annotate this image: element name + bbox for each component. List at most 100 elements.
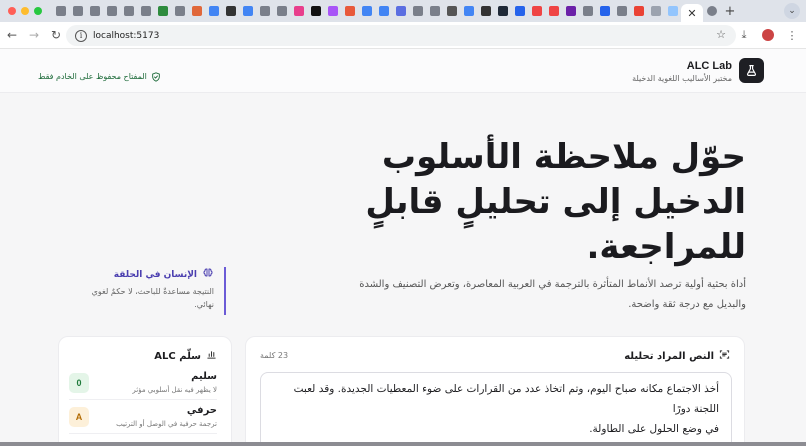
favicon-icon xyxy=(123,6,134,16)
close-tab-icon[interactable]: ✕ xyxy=(687,7,696,20)
favicon-icon xyxy=(293,6,304,16)
tab-favicon[interactable] xyxy=(171,0,188,22)
tab-favicon[interactable] xyxy=(341,0,358,22)
tab-favicon[interactable] xyxy=(137,0,154,22)
window-bottom-edge xyxy=(0,442,806,446)
scale-level-name: حرفي xyxy=(186,405,217,416)
tab-favicon[interactable] xyxy=(222,0,239,22)
brand-subtitle: مختبر الأساليب اللغوية الدخيلة xyxy=(632,74,732,83)
divider xyxy=(69,399,217,400)
close-window-button[interactable] xyxy=(8,7,16,15)
tab-favicon[interactable] xyxy=(477,0,494,22)
human-in-the-loop-desc: النتيجة مساعدةٌ للباحث، لا حكمٌ لغوي نها… xyxy=(74,285,214,311)
favicon-icon xyxy=(480,6,491,16)
favicon-icon xyxy=(514,6,525,16)
favicon-icon xyxy=(140,6,151,16)
tab-favicon[interactable] xyxy=(647,0,664,22)
favicon-icon xyxy=(548,6,559,16)
divider xyxy=(69,433,217,434)
address-bar[interactable]: i localhost:5173 ☆ xyxy=(66,25,736,46)
tab-favicon[interactable] xyxy=(511,0,528,22)
scale-level-badge: 0 xyxy=(69,373,89,393)
tab-favicon[interactable] xyxy=(188,0,205,22)
favicon-icon xyxy=(412,6,423,16)
tab-favicon[interactable] xyxy=(120,0,137,22)
server-key-notice-text: المفتاح محفوظ على الخادم فقط xyxy=(38,72,147,81)
favicon-icon xyxy=(276,6,287,16)
maximize-window-button[interactable] xyxy=(34,7,42,15)
tab-favicon[interactable] xyxy=(528,0,545,22)
url-text: localhost:5173 xyxy=(93,30,160,41)
tab-favicon[interactable] xyxy=(443,0,460,22)
scale-level-a: حرفي ترجمة حرفية في الوصل أو الترتيب A xyxy=(69,405,217,435)
tab-favicon[interactable] xyxy=(460,0,477,22)
tab-favicon[interactable] xyxy=(52,0,69,22)
favicon-icon xyxy=(650,6,661,16)
tab-favicon[interactable] xyxy=(664,0,681,22)
tab-favicon[interactable] xyxy=(103,0,120,22)
tab-favicon[interactable] xyxy=(324,0,341,22)
tab-favicon[interactable] xyxy=(703,0,720,22)
tab-favicon[interactable] xyxy=(358,0,375,22)
hero-lead-line: والبديل مع درجة ثقة واضحة. xyxy=(628,299,746,310)
human-in-the-loop-heading: الإنسان في الحلقة xyxy=(113,269,197,280)
favicon-icon xyxy=(208,6,219,16)
human-in-the-loop-desc-line: النتيجة مساعدةٌ للباحث، لا حكمٌ لغوي xyxy=(91,287,214,296)
tab-favicon[interactable] xyxy=(613,0,630,22)
tab-favicon[interactable] xyxy=(545,0,562,22)
favicon-icon xyxy=(463,6,474,16)
favicon-icon xyxy=(55,6,66,16)
favicon-icon xyxy=(225,6,236,16)
favicon-icon xyxy=(378,6,389,16)
new-tab-button[interactable]: + xyxy=(720,0,740,22)
bookmark-star-icon[interactable]: ☆ xyxy=(716,28,726,41)
favicon-icon xyxy=(259,6,270,16)
tab-favicon[interactable] xyxy=(239,0,256,22)
tab-favicon[interactable] xyxy=(205,0,222,22)
scale-level-badge: A xyxy=(69,407,89,427)
tab-favicon[interactable] xyxy=(392,0,409,22)
tab-favicon[interactable] xyxy=(579,0,596,22)
download-icon[interactable]: ⤓ xyxy=(734,25,754,45)
tab-favicon[interactable] xyxy=(494,0,511,22)
favicon-icon xyxy=(429,6,440,16)
analysis-text-input[interactable]: أخذ الاجتماع مكانه صباح اليوم، وتم اتخاذ… xyxy=(260,372,732,446)
bar-chart-icon xyxy=(206,349,217,363)
tab-favicon[interactable] xyxy=(375,0,392,22)
alc-scale-title-text: سلّم ALC xyxy=(154,350,201,362)
input-card-title: النص المراد تحليله xyxy=(624,349,730,363)
tab-favicon[interactable] xyxy=(630,0,647,22)
server-key-notice: المفتاح محفوظ على الخادم فقط xyxy=(38,67,161,86)
tab-favicon[interactable] xyxy=(562,0,579,22)
tab-favicon[interactable] xyxy=(154,0,171,22)
toolbar-actions: ⤓ ⋮ xyxy=(734,25,802,45)
tab-favicon[interactable] xyxy=(86,0,103,22)
favicon-icon xyxy=(89,6,100,16)
input-card-title-text: النص المراد تحليله xyxy=(624,350,714,362)
reload-icon[interactable]: ↻ xyxy=(46,25,66,45)
tab-favicon[interactable] xyxy=(596,0,613,22)
back-arrow-icon[interactable]: ← xyxy=(2,25,22,45)
favicon-icon xyxy=(497,6,508,16)
favicon-icon xyxy=(395,6,406,16)
menu-kebab-icon[interactable]: ⋮ xyxy=(782,25,802,45)
tab-favicon[interactable] xyxy=(290,0,307,22)
favicon-icon xyxy=(531,6,542,16)
minimize-window-button[interactable] xyxy=(21,7,29,15)
tab-favicon[interactable] xyxy=(69,0,86,22)
scale-level-name: سليم xyxy=(191,371,217,382)
pinned-tabs xyxy=(52,0,681,22)
tab-favicon[interactable] xyxy=(273,0,290,22)
tab-favicon[interactable] xyxy=(426,0,443,22)
active-tab[interactable]: ✕ xyxy=(681,4,703,22)
flask-logo-icon xyxy=(739,58,764,83)
window-controls xyxy=(8,7,42,15)
tab-favicon[interactable] xyxy=(256,0,273,22)
tab-favicon[interactable] xyxy=(307,0,324,22)
profile-avatar[interactable] xyxy=(758,25,778,45)
app-header: ALC Lab مختبر الأساليب اللغوية الدخيلة ا… xyxy=(0,49,806,93)
forward-arrow-icon[interactable]: → xyxy=(24,25,44,45)
tab-search-icon[interactable]: ⌄ xyxy=(784,3,800,19)
tab-favicon[interactable] xyxy=(409,0,426,22)
site-info-icon[interactable]: i xyxy=(75,29,87,42)
